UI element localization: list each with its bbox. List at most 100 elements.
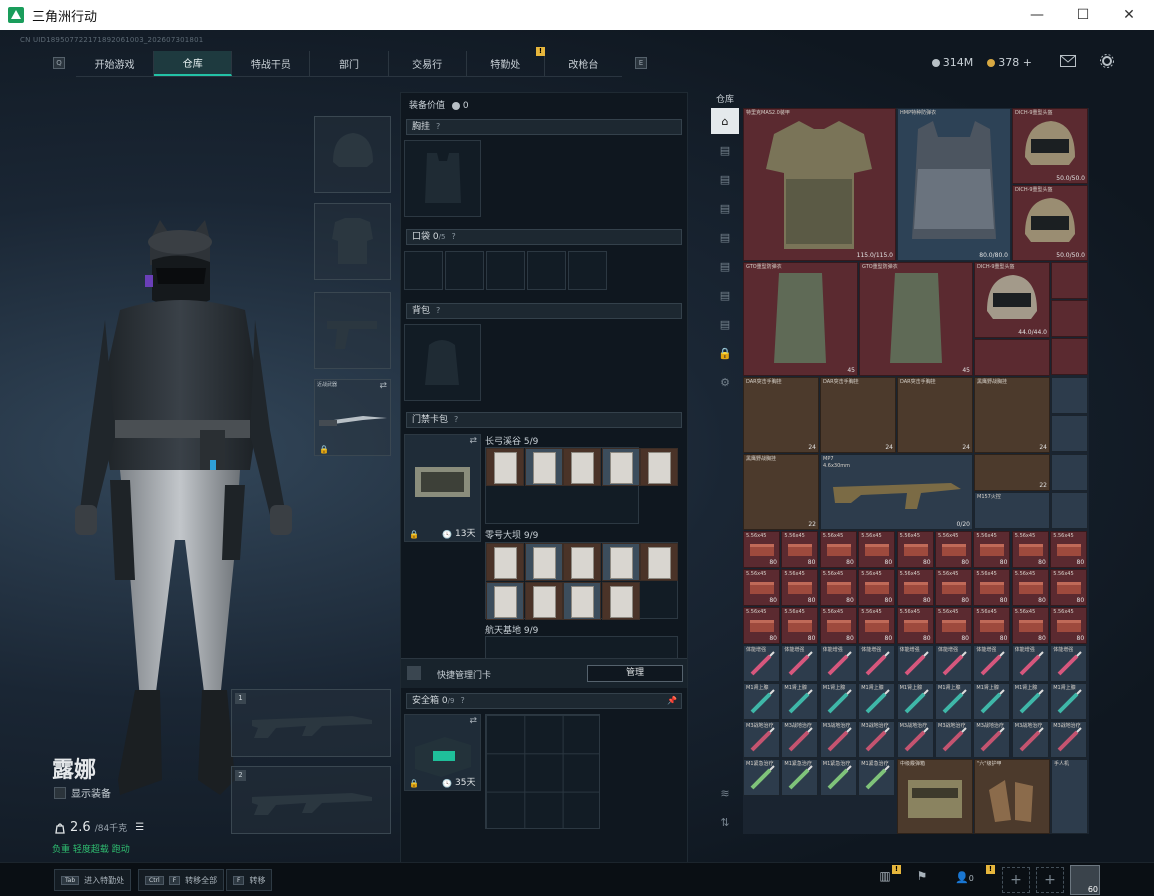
helmet-item[interactable]: DICH-9重型头盔 50.0/50.0 <box>1012 185 1088 261</box>
injector-item[interactable]: M1肾上腺 <box>743 683 780 720</box>
mp7-item[interactable]: MP7 4.6x30mm 0/20 <box>820 454 973 530</box>
ammo-item[interactable]: 5.56x45 80 <box>896 531 934 568</box>
armor-item[interactable]: HMP特种防弹衣 80.0/80.0 <box>897 108 1011 261</box>
pocket-slot[interactable] <box>527 251 566 290</box>
help-icon[interactable]: ? <box>460 694 464 708</box>
warehouse-tab-5-icon[interactable]: ▤ <box>711 253 739 279</box>
tab-gunsmith[interactable]: 改枪台 <box>545 51 622 76</box>
keycard-item[interactable] <box>524 448 563 486</box>
ammo-item[interactable]: 5.56x45 80 <box>896 607 934 644</box>
add-squad-slot-button[interactable]: + <box>1036 867 1064 893</box>
close-button[interactable]: ✕ <box>1106 0 1152 30</box>
add-squad-slot-button[interactable]: + <box>1002 867 1030 893</box>
injector-item[interactable]: 体能增强 <box>973 645 1011 682</box>
friends-button[interactable]: 👤0 <box>955 871 974 884</box>
pocket-slot[interactable] <box>404 251 443 290</box>
ammo-item[interactable]: 5.56x45 80 <box>1050 531 1088 568</box>
chest-rig-slot[interactable] <box>404 140 481 217</box>
gloves-item[interactable]: "六"级护甲 <box>974 759 1050 834</box>
warehouse-tab-1-icon[interactable]: ▤ <box>711 137 739 163</box>
injector-item[interactable]: M1紧急治疗 <box>858 759 896 796</box>
ammo-item[interactable]: 5.56x45 80 <box>935 607 972 644</box>
maximize-button[interactable]: ☐ <box>1060 0 1106 30</box>
chest-rig-item[interactable]: DAR突击手胸挂 24 <box>743 377 819 453</box>
ammo-box-item[interactable]: 中级霰弹箱 <box>897 759 973 834</box>
ammo-item[interactable]: 5.56x45 80 <box>973 569 1011 606</box>
weight-details-icon[interactable]: ☰ <box>135 822 144 833</box>
ammo-item[interactable]: 5.56x45 80 <box>1050 569 1088 606</box>
warehouse-tab-2-icon[interactable]: ▤ <box>711 166 739 192</box>
ammo-item[interactable]: 5.56x45 80 <box>781 569 819 606</box>
backpack-slot[interactable] <box>404 324 481 401</box>
ammo-item[interactable]: 5.56x45 80 <box>973 607 1011 644</box>
injector-item[interactable]: M1肾上腺 <box>781 683 819 720</box>
tab-warehouse[interactable]: 仓库 <box>154 51 233 76</box>
pistol-slot[interactable] <box>314 292 391 369</box>
flag-icon[interactable]: ⚑ <box>912 869 932 891</box>
injector-item[interactable]: M1肾上腺 <box>858 683 896 720</box>
transfer-button[interactable]: F 转移 <box>226 869 273 891</box>
injector-item[interactable]: 体能增强 <box>743 645 780 682</box>
chest-rig-item[interactable] <box>974 339 1050 376</box>
injector-item[interactable]: M3战地治疗 <box>743 721 780 758</box>
injector-item[interactable]: M1紧急治疗 <box>743 759 780 796</box>
keycard-item[interactable] <box>640 448 678 486</box>
accessory-item[interactable] <box>1051 415 1088 452</box>
ammo-item[interactable]: 5.56x45 80 <box>935 531 972 568</box>
injector-item[interactable]: M3战地治疗 <box>781 721 819 758</box>
keycard-item[interactable] <box>601 581 640 620</box>
ammo-item[interactable]: 5.56x45 80 <box>935 569 972 606</box>
accessory-item[interactable] <box>1051 492 1088 529</box>
chest-rig-item[interactable]: 黑鹰野战胸挂 24 <box>974 377 1050 453</box>
ammo-item[interactable]: 5.56x45 80 <box>743 607 780 644</box>
tab-department[interactable]: 部门 <box>310 51 389 76</box>
ammo-item[interactable]: 5.56x45 80 <box>858 607 896 644</box>
settings-gear-icon[interactable]: ⚙ <box>711 369 739 395</box>
injector-item[interactable]: M1肾上腺 <box>819 683 857 720</box>
lock-icon[interactable]: 🔒 <box>711 340 739 366</box>
injector-item[interactable]: M3战地治疗 <box>819 721 857 758</box>
injector-item[interactable]: M1肾上腺 <box>896 683 934 720</box>
keycard-item[interactable] <box>563 543 601 581</box>
ammo-item[interactable]: 5.56x45 80 <box>1011 531 1049 568</box>
injector-item[interactable]: 体能增强 <box>935 645 972 682</box>
primary-weapon-slot-2[interactable]: 2 <box>231 766 391 834</box>
helmet-item[interactable]: DICH-9重型头盔 44.0/44.0 <box>974 262 1050 338</box>
injector-item[interactable]: 体能增强 <box>1011 645 1049 682</box>
chest-rig-item[interactable]: DAR突击手胸挂 24 <box>897 377 973 453</box>
accessory-item[interactable] <box>1051 454 1088 491</box>
keycard-item[interactable] <box>524 581 563 620</box>
injector-item[interactable]: 体能增强 <box>819 645 857 682</box>
nav-prev-key[interactable]: Q <box>53 57 65 69</box>
ammo-item[interactable]: 5.56x45 80 <box>858 531 896 568</box>
scope-item[interactable]: M157火控 <box>974 492 1050 529</box>
sort-icon[interactable]: ⇅ <box>711 809 739 835</box>
injector-item[interactable]: M1紧急治疗 <box>781 759 819 796</box>
keycard-item[interactable] <box>524 543 563 581</box>
tab-start-game[interactable]: 开始游戏 <box>76 51 155 76</box>
add-currency-button[interactable]: + <box>1023 56 1032 69</box>
ammo-item[interactable]: 5.56x45 80 <box>781 531 819 568</box>
ammo-item[interactable]: 5.56x45 80 <box>1050 607 1088 644</box>
accessory-item[interactable] <box>1051 377 1088 414</box>
help-icon[interactable]: ? <box>454 413 458 427</box>
keycard-case-slot[interactable]: ⇄ 🔒 🕓 13天 <box>404 434 481 542</box>
chest-rig-item[interactable]: DAR突击手胸挂 24 <box>820 377 896 453</box>
show-equipment-toggle[interactable]: 显示装备 <box>54 785 111 800</box>
pin-icon[interactable]: 📌 <box>667 694 677 708</box>
ammo-item[interactable]: 5.56x45 80 <box>858 569 896 606</box>
show-equipment-checkbox[interactable] <box>54 786 66 799</box>
injector-item[interactable]: M3战地治疗 <box>1050 721 1088 758</box>
injector-item[interactable]: M3战地治疗 <box>858 721 896 758</box>
warehouse-tab-7-icon[interactable]: ▤ <box>711 311 739 337</box>
ammo-item[interactable]: 5.56x45 80 <box>819 607 857 644</box>
transfer-all-button[interactable]: Ctrl F 转移全部 <box>138 869 225 891</box>
accessory-item[interactable] <box>1051 338 1088 375</box>
keycard-item[interactable] <box>601 543 640 581</box>
injector-item[interactable]: M3战地治疗 <box>1011 721 1049 758</box>
injector-item[interactable]: M1肾上腺 <box>973 683 1011 720</box>
tab-trading[interactable]: 交易行 <box>389 51 467 76</box>
silver-currency[interactable]: 314M <box>931 56 973 69</box>
chest-rig-item[interactable]: 黑鹰野战胸挂 22 <box>743 454 819 530</box>
keycard-item[interactable] <box>563 448 601 486</box>
